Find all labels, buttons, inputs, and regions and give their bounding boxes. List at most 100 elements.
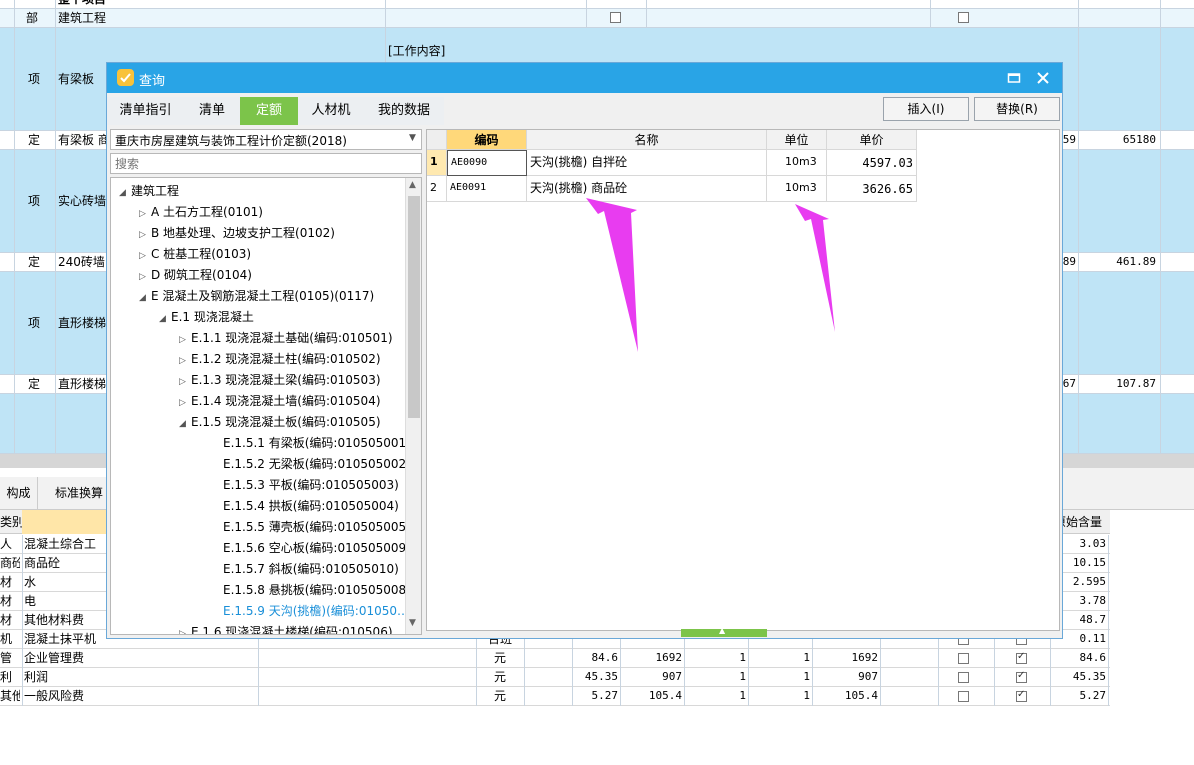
grid-header-unit[interactable]: 单位	[767, 130, 827, 150]
tree-node[interactable]: ▷ E.1.3 现浇混凝土梁(编码:010503)	[179, 371, 381, 391]
bottom-cell-total: 907	[662, 670, 682, 683]
tree-node[interactable]: ◢ E.1.5 现浇混凝土板(编码:010505)	[179, 413, 381, 433]
close-icon[interactable]	[1035, 70, 1051, 86]
tree-node[interactable]: ◢ E.1 现浇混凝土	[159, 308, 254, 328]
tree-node[interactable]: ▷ E.1.4 现浇混凝土墙(编码:010504)	[179, 392, 381, 412]
bottom-table-row[interactable]: 其他 一般风险费 元 5.27 105.4 1 1 105.4 5.27	[0, 687, 1110, 706]
library-select[interactable]: 重庆市房屋建筑与装饰工程计价定额(2018) ▼	[110, 129, 422, 150]
tree-node[interactable]: ◢ E 混凝土及钢筋混凝土工程(0105)(0117)	[139, 287, 374, 307]
replace-button[interactable]: 替换(R)	[974, 97, 1060, 121]
row-checkbox[interactable]	[610, 12, 621, 23]
tab-labor-material-machine[interactable]: 人材机	[298, 97, 365, 125]
expanded-arrow-icon[interactable]: ◢	[139, 289, 151, 307]
grid-line	[938, 668, 939, 687]
grid-cell-name[interactable]: 天沟(挑檐) 商品砼	[527, 176, 767, 202]
tree-node[interactable]: E.1.5.4 拱板(编码:010505004)	[211, 497, 399, 515]
expanded-arrow-icon[interactable]: ◢	[119, 184, 131, 202]
tree-node[interactable]: ▷ E.1.1 现浇混凝土基础(编码:010501)	[179, 329, 393, 349]
row-checkbox[interactable]	[1016, 670, 1027, 683]
grid-line	[684, 687, 685, 706]
grid-cell-code[interactable]: AE0091	[447, 176, 527, 202]
tree-node[interactable]: ▷ A 土石方工程(0101)	[139, 203, 263, 223]
tree-node[interactable]: E.1.5.6 空心板(编码:010505009)	[211, 539, 411, 557]
tree-node-label: E.1.3 现浇混凝土梁(编码:010503)	[191, 373, 381, 387]
grid-line	[476, 668, 477, 687]
bottom-cell-total: 1692	[655, 651, 683, 664]
row-checkbox[interactable]	[958, 653, 969, 664]
tab-bill[interactable]: 清单	[184, 97, 241, 125]
scroll-up-icon[interactable]: ▲	[409, 180, 416, 190]
row-name: 直形楼梯	[58, 316, 107, 330]
tree-node[interactable]: ▷ B 地基处理、边坡支护工程(0102)	[139, 224, 335, 244]
collapsed-arrow-icon[interactable]: ▷	[139, 205, 151, 223]
tree-node[interactable]: E.1.5.8 悬挑板(编码:010505008)	[211, 581, 411, 599]
tab-composition[interactable]: 构成	[0, 477, 38, 510]
grid-cell-price[interactable]: 4597.03	[827, 150, 917, 176]
grid-line	[1108, 668, 1109, 687]
tree-node[interactable]: ▷ E.1.2 现浇混凝土柱(编码:010502)	[179, 350, 381, 370]
grid-header-name[interactable]: 名称	[527, 130, 767, 150]
collapsed-arrow-icon[interactable]: ▷	[139, 247, 151, 265]
insert-button[interactable]: 插入(I)	[883, 97, 969, 121]
tree-node[interactable]: E.1.5.9 天沟(挑檐)(编码:01050…	[211, 602, 409, 620]
tree-node[interactable]: ▷ D 砌筑工程(0104)	[139, 266, 252, 286]
bottom-table-row[interactable]: 利利润 元 45.35 907 1 1 907 45.35	[0, 668, 1110, 687]
grid-line	[22, 573, 23, 592]
row-checkbox[interactable]	[1016, 651, 1027, 664]
collapsed-arrow-icon[interactable]: ▷	[179, 625, 191, 634]
collapsed-arrow-icon[interactable]: ▷	[179, 331, 191, 349]
row-checkbox[interactable]	[1016, 689, 1027, 702]
row-checkbox[interactable]	[958, 691, 969, 702]
grid-line	[684, 668, 685, 687]
grid-cell-name[interactable]: 天沟(挑檐) 自拌砼	[527, 150, 767, 176]
bottom-cell-type: 商砼	[0, 556, 20, 570]
grid-line	[1160, 0, 1161, 454]
collapsed-arrow-icon[interactable]: ▷	[179, 352, 191, 370]
tree-node[interactable]: E.1.5.5 薄壳板(编码:010505005)	[211, 518, 411, 536]
tab-bill-guide[interactable]: 清单指引	[107, 97, 185, 125]
scroll-down-icon[interactable]: ▼	[409, 618, 416, 628]
tree-node[interactable]: ◢ 建筑工程	[119, 182, 179, 202]
row-name: 240砖墙	[58, 255, 105, 269]
collapse-handle[interactable]: ▲	[681, 626, 767, 637]
tree-node[interactable]: E.1.5.1 有梁板(编码:010505001)	[211, 434, 411, 452]
maximize-icon[interactable]	[1007, 71, 1021, 85]
chevron-up-icon: ▲	[719, 626, 726, 635]
scrollbar-thumb[interactable]	[408, 196, 420, 418]
grid-header-code[interactable]: 编码	[447, 130, 527, 150]
tree-node-label: E.1.5.8 悬挑板(编码:010505008)	[223, 583, 411, 597]
expanded-arrow-icon[interactable]: ◢	[159, 310, 171, 328]
tree-node[interactable]: E.1.5.2 无梁板(编码:010505002)	[211, 455, 411, 473]
collapsed-arrow-icon[interactable]: ▷	[179, 394, 191, 412]
tree-node[interactable]: ▷ C 桩基工程(0103)	[139, 245, 251, 265]
search-input[interactable]	[110, 153, 422, 174]
bottom-table-row[interactable]: 管企业管理费 元 84.6 1692 1 1 1692 84.6	[0, 649, 1110, 668]
sheet-top-label: 整个项目	[58, 0, 106, 8]
dialog-titlebar[interactable]: 查询	[107, 63, 1062, 93]
grid-cell-code[interactable]: AE0090	[447, 150, 527, 176]
row-checkbox[interactable]	[958, 12, 969, 23]
tab-standard-conversion[interactable]: 标准换算	[42, 477, 116, 510]
grid-cell-price[interactable]: 3626.65	[827, 176, 917, 202]
grid-cell-unit[interactable]: 10m3	[767, 150, 827, 176]
collapsed-arrow-icon[interactable]: ▷	[179, 373, 191, 391]
grid-line	[684, 649, 685, 668]
tree-node-label: E.1.5.7 斜板(编码:010505010)	[223, 562, 399, 576]
tree-node[interactable]: ▷ E.1.6 现浇混凝土楼梯(编码:010506)	[179, 623, 393, 635]
tree-node-label: C 桩基工程(0103)	[151, 247, 252, 261]
tab-my-data[interactable]: 我的数据	[364, 97, 445, 125]
grid-cell-unit[interactable]: 10m3	[767, 176, 827, 202]
collapsed-arrow-icon[interactable]: ▷	[139, 226, 151, 244]
tab-quota[interactable]: 定额	[240, 97, 299, 125]
expanded-arrow-icon[interactable]: ◢	[179, 415, 191, 433]
collapsed-arrow-icon[interactable]: ▷	[139, 268, 151, 286]
tree-node[interactable]: E.1.5.7 斜板(编码:010505010)	[211, 560, 399, 578]
grid-header-price[interactable]: 单价	[827, 130, 917, 150]
row-checkbox[interactable]	[958, 672, 969, 683]
tree-scrollbar[interactable]: ▲ ▼	[405, 178, 421, 634]
tree-node-label: E.1.5.3 平板(编码:010505003)	[223, 478, 399, 492]
sheet-row-bu[interactable]: 部 建筑工程	[0, 9, 1194, 28]
grid-line	[812, 668, 813, 687]
tree-node[interactable]: E.1.5.3 平板(编码:010505003)	[211, 476, 399, 494]
tree-node-label: E.1.6 现浇混凝土楼梯(编码:010506)	[191, 625, 393, 635]
